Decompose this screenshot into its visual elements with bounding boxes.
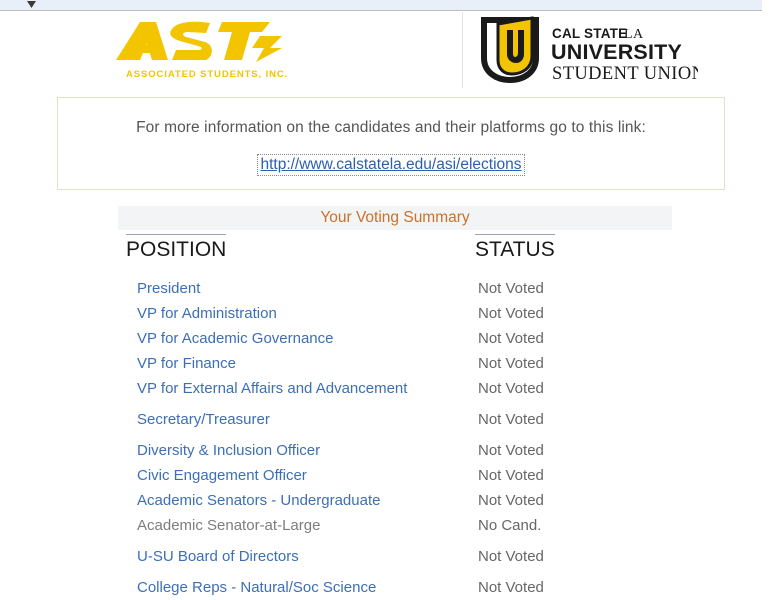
table-row: U-SU Board of Directors Not Voted: [0, 544, 782, 569]
voting-summary-table: President Not Voted VP for Administration N…: [0, 276, 782, 600]
voting-summary-title: Your Voting Summary: [320, 209, 470, 226]
position-link[interactable]: VP for Finance: [137, 351, 236, 376]
position-link[interactable]: VP for Administration: [137, 301, 277, 326]
info-link-wrap: http://www.calstatela.edu/asi/elections: [58, 154, 724, 176]
status-value: Not Voted: [478, 280, 544, 297]
column-header-position: POSITION: [126, 234, 227, 262]
status-value: Not Voted: [478, 467, 544, 484]
status-value: Not Voted: [478, 548, 544, 565]
cursor-arrow-icon: [25, 0, 38, 10]
usu-line3: STUDENT UNION: [552, 64, 698, 84]
cal-state-la-university-student-union-logo: CAL STATE LA UNIVERSITY STUDENT UNION: [478, 14, 705, 86]
status-value: Not Voted: [478, 492, 544, 509]
position-link[interactable]: VP for External Affairs and Advancement: [137, 376, 407, 401]
position-link[interactable]: College Reps - Natural/Soc Science: [137, 575, 376, 600]
table-row: VP for External Affairs and Advancement N…: [0, 376, 782, 401]
elections-link[interactable]: http://www.calstatela.edu/asi/elections: [257, 154, 525, 176]
asi-tagline: ASSOCIATED STUDENTS, INC.: [126, 69, 288, 80]
table-row: College Reps - Natural/Soc Science Not Vo…: [0, 575, 782, 600]
status-value: Not Voted: [478, 330, 544, 347]
position-link: Academic Senator-at-Large: [137, 517, 321, 534]
table-row: VP for Academic Governance Not Voted: [0, 326, 782, 351]
position-link[interactable]: Diversity & Inclusion Officer: [137, 438, 320, 463]
status-value: Not Voted: [478, 411, 544, 428]
table-row: Academic Senators - Undergraduate Not Vot…: [0, 488, 782, 513]
table-row: VP for Finance Not Voted: [0, 351, 782, 376]
table-row: VP for Administration Not Voted: [0, 301, 782, 326]
logo-header: ASSOCIATED STUDENTS, INC. CAL STATE LA U…: [0, 12, 782, 90]
status-value: Not Voted: [478, 380, 544, 397]
table-column-headers: POSITION STATUS: [0, 234, 782, 270]
status-value: No Cand.: [478, 517, 542, 534]
position-link[interactable]: Secretary/Treasurer: [137, 407, 270, 432]
logo-divider: [462, 12, 463, 88]
table-row: Secretary/Treasurer Not Voted: [0, 407, 782, 432]
table-row: Academic Senator-at-Large No Cand.: [0, 513, 782, 538]
page-content: ASSOCIATED STUDENTS, INC. CAL STATE LA U…: [0, 12, 782, 600]
usu-line1-bold: CAL STATE: [552, 26, 627, 41]
status-value: Not Voted: [478, 442, 544, 459]
info-box: For more information on the candidates a…: [57, 97, 725, 190]
table-row: President Not Voted: [0, 276, 782, 301]
status-value: Not Voted: [478, 305, 544, 322]
status-value: Not Voted: [478, 355, 544, 372]
browser-chrome-strip: [0, 0, 762, 11]
voting-summary-bar: Your Voting Summary: [118, 206, 672, 230]
position-link[interactable]: Civic Engagement Officer: [137, 463, 307, 488]
usu-line2: UNIVERSITY: [551, 40, 682, 64]
position-link[interactable]: VP for Academic Governance: [137, 326, 334, 351]
table-row: Civic Engagement Officer Not Voted: [0, 463, 782, 488]
info-text: For more information on the candidates a…: [136, 119, 646, 136]
position-link[interactable]: President: [137, 276, 200, 301]
status-value: Not Voted: [478, 579, 544, 596]
position-link[interactable]: Academic Senators - Undergraduate: [137, 488, 380, 513]
position-link[interactable]: U-SU Board of Directors: [137, 544, 299, 569]
asi-logo: ASSOCIATED STUDENTS, INC.: [110, 16, 288, 84]
table-row: Diversity & Inclusion Officer Not Voted: [0, 438, 782, 463]
column-header-status: STATUS: [475, 234, 555, 262]
